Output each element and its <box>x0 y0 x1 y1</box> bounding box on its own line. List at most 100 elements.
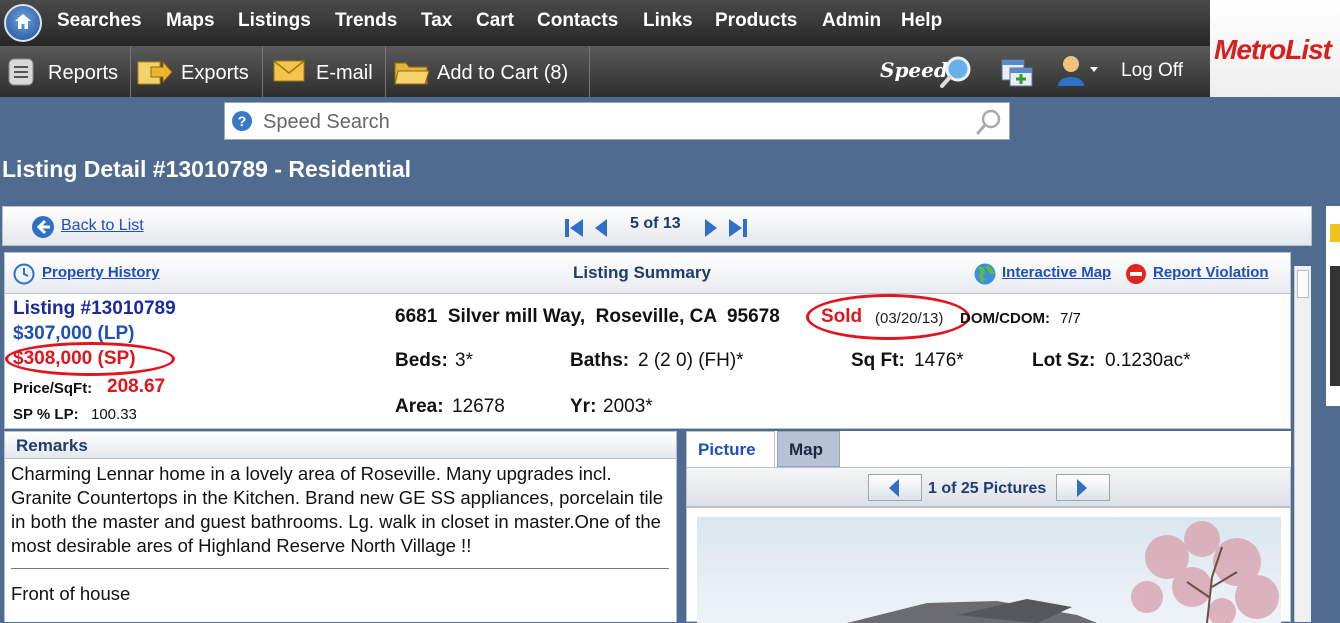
email-button[interactable]: E-mail <box>263 46 386 97</box>
exports-icon <box>137 58 173 91</box>
magnifier-icon <box>940 56 971 88</box>
sqft-value: 1476* <box>914 350 964 371</box>
exports-label: Exports <box>181 62 249 84</box>
next-page-icon[interactable] <box>703 217 719 239</box>
tab-map[interactable]: Map <box>777 431 840 467</box>
report-violation-link[interactable]: Report Violation <box>1153 264 1269 281</box>
nav-admin[interactable]: Admin <box>822 10 881 32</box>
nav-contacts[interactable]: Contacts <box>537 10 618 32</box>
add-to-cart-button[interactable]: Add to Cart (8) <box>386 46 590 97</box>
year-built-label: Yr: <box>570 396 597 417</box>
listing-photo[interactable] <box>697 517 1281 623</box>
right-arrow-icon <box>1077 479 1087 497</box>
nav-trends[interactable]: Trends <box>335 10 397 32</box>
reports-label: Reports <box>48 62 119 84</box>
tab-picture[interactable]: Picture <box>686 431 775 467</box>
nav-maps[interactable]: Maps <box>166 10 215 32</box>
exports-button[interactable]: Exports <box>131 46 263 97</box>
reports-button[interactable]: Reports <box>0 46 131 97</box>
help-icon[interactable]: ? <box>232 111 252 131</box>
add-window-icon[interactable] <box>1000 56 1034 88</box>
status-highlight-circle <box>806 294 970 340</box>
options-tab-marker <box>1330 224 1340 242</box>
nav-tax[interactable]: Tax <box>421 10 452 32</box>
lot-size-label: Lot Sz: <box>1032 350 1096 371</box>
scrollbar-thumb[interactable] <box>1297 270 1309 298</box>
user-menu-button[interactable] <box>1056 54 1102 88</box>
remarks-text: Charming Lennar home in a lovely area of… <box>11 463 663 556</box>
listing-photo-frame <box>686 507 1291 623</box>
nav-links[interactable]: Links <box>643 10 693 32</box>
nav-products[interactable]: Products <box>715 10 797 32</box>
price-sqft-value: 208.67 <box>107 376 166 397</box>
speed-search-button[interactable]: Speed <box>876 53 980 89</box>
remarks-header: Remarks <box>4 431 677 459</box>
email-label: E-mail <box>316 62 373 84</box>
nav-cart[interactable]: Cart <box>476 10 514 32</box>
speed-search-input[interactable] <box>261 109 965 135</box>
area-label: Area: <box>395 396 444 417</box>
page-title: Listing Detail #13010789 - Residential <box>2 156 412 182</box>
clock-icon <box>13 263 35 285</box>
first-page-icon[interactable] <box>563 217 585 239</box>
top-navigation-bar: Searches Maps Listings Trends Tax Cart C… <box>0 0 1210 46</box>
sp-lp-label: SP % LP: <box>13 406 79 423</box>
picture-counter: 1 of 25 Pictures <box>928 480 1047 497</box>
listing-summary-body: Listing #13010789 $307,000 (LP) $308,000… <box>4 294 1291 429</box>
picture-tabs: Picture Map <box>686 431 1291 467</box>
remarks-title: Remarks <box>16 436 88 455</box>
baths-value: 2 (2 0) (FH)* <box>638 350 744 371</box>
toolbar: Reports Exports E-mail Add to Cart (8) S… <box>0 46 1210 97</box>
back-arrow-icon[interactable] <box>31 215 55 239</box>
interactive-map-link[interactable]: Interactive Map <box>1002 264 1111 281</box>
nav-searches[interactable]: Searches <box>57 10 142 32</box>
back-to-list-link[interactable]: Back to List <box>61 217 144 235</box>
last-page-icon[interactable] <box>727 217 749 239</box>
add-to-cart-label: Add to Cart (8) <box>437 62 569 84</box>
previous-picture-button[interactable] <box>868 474 922 501</box>
search-icon[interactable] <box>975 108 1003 136</box>
logoff-button[interactable]: Log Off <box>1121 60 1183 82</box>
remarks-divider <box>11 568 669 569</box>
nav-help[interactable]: Help <box>901 10 942 32</box>
envelope-icon <box>273 60 305 87</box>
tab-map-label: Map <box>789 440 823 459</box>
nav-listings[interactable]: Listings <box>238 10 311 32</box>
baths-label: Baths: <box>570 350 630 371</box>
tab-picture-label: Picture <box>698 440 756 459</box>
picture-navigation: 1 of 25 Pictures <box>686 467 1291 507</box>
options-side-tab[interactable] <box>1326 206 1340 406</box>
area-value: 12678 <box>452 396 505 417</box>
listing-number: Listing #13010789 <box>13 298 176 319</box>
user-icon <box>1058 56 1098 86</box>
previous-page-icon[interactable] <box>593 217 609 239</box>
beds-value: 3* <box>455 350 473 371</box>
globe-icon <box>974 263 996 285</box>
folder-icon <box>394 58 430 91</box>
speed-search-box: ? <box>224 102 1010 140</box>
no-entry-icon <box>1126 264 1146 284</box>
remarks-body: Charming Lennar home in a lovely area of… <box>4 459 677 622</box>
year-built-value: 2003* <box>603 396 653 417</box>
lot-size-value: 0.1230ac* <box>1105 350 1191 371</box>
home-icon[interactable] <box>4 4 42 42</box>
sqft-label: Sq Ft: <box>851 350 905 371</box>
vertical-scrollbar[interactable] <box>1294 266 1311 622</box>
sp-lp-value: 100.33 <box>91 406 137 423</box>
property-address: 6681 Silver mill Way, Roseville, CA 9567… <box>395 306 780 327</box>
dom-value: 7/7 <box>1060 310 1081 327</box>
left-arrow-icon <box>889 479 899 497</box>
listing-navigation-bar: Back to List 5 of 13 <box>2 206 1312 246</box>
metrolist-logo: MetroList <box>1210 0 1340 97</box>
listing-summary-header: Property History Listing Summary Interac… <box>4 252 1291 294</box>
next-picture-button[interactable] <box>1056 474 1110 501</box>
reports-icon <box>8 58 34 91</box>
property-history-link[interactable]: Property History <box>42 264 160 281</box>
listing-summary-title: Listing Summary <box>573 263 711 282</box>
price-sqft-label: Price/SqFt: <box>13 380 93 397</box>
metrolist-logo-text: MetroList <box>1214 34 1332 65</box>
sold-price-highlight-circle <box>5 342 175 376</box>
photo-caption: Front of house <box>11 583 131 604</box>
listing-position: 5 of 13 <box>630 215 681 232</box>
beds-label: Beds: <box>395 350 448 371</box>
